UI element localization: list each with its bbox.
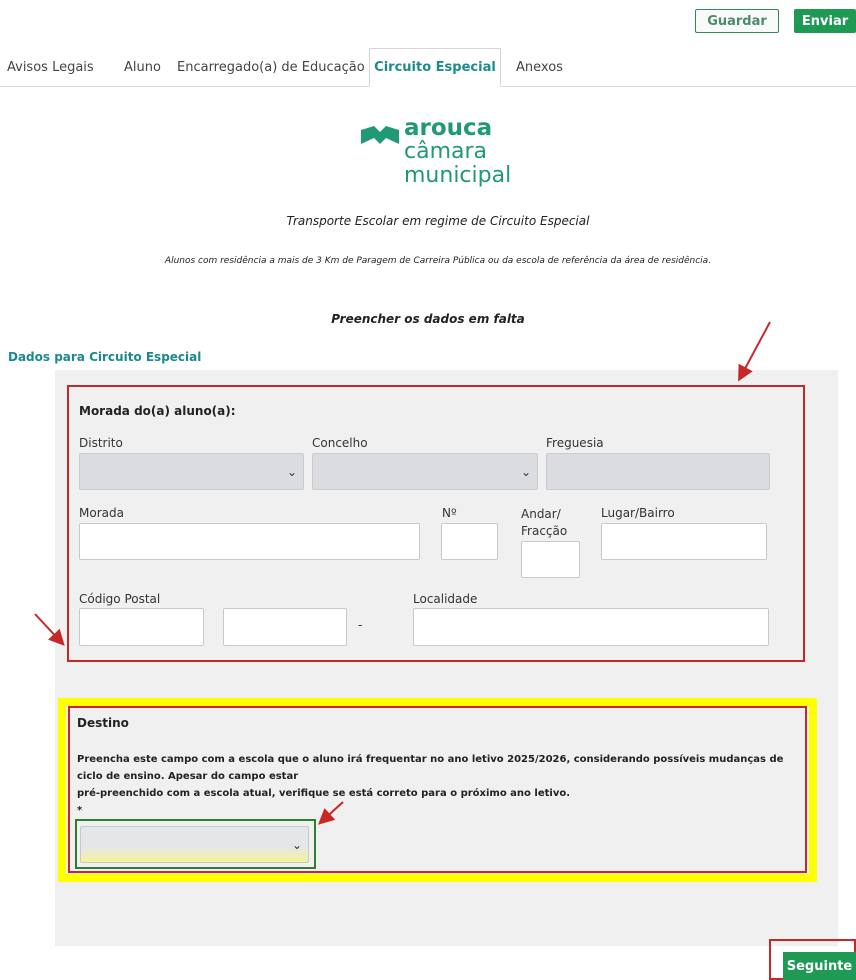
arrow-to-destino-select xyxy=(318,801,344,825)
annotation-arrows xyxy=(34,321,771,825)
arrow-to-address-box-left xyxy=(34,613,65,646)
next-button[interactable]: Seguinte xyxy=(783,952,856,980)
arrow-to-address-box-top xyxy=(738,321,771,382)
